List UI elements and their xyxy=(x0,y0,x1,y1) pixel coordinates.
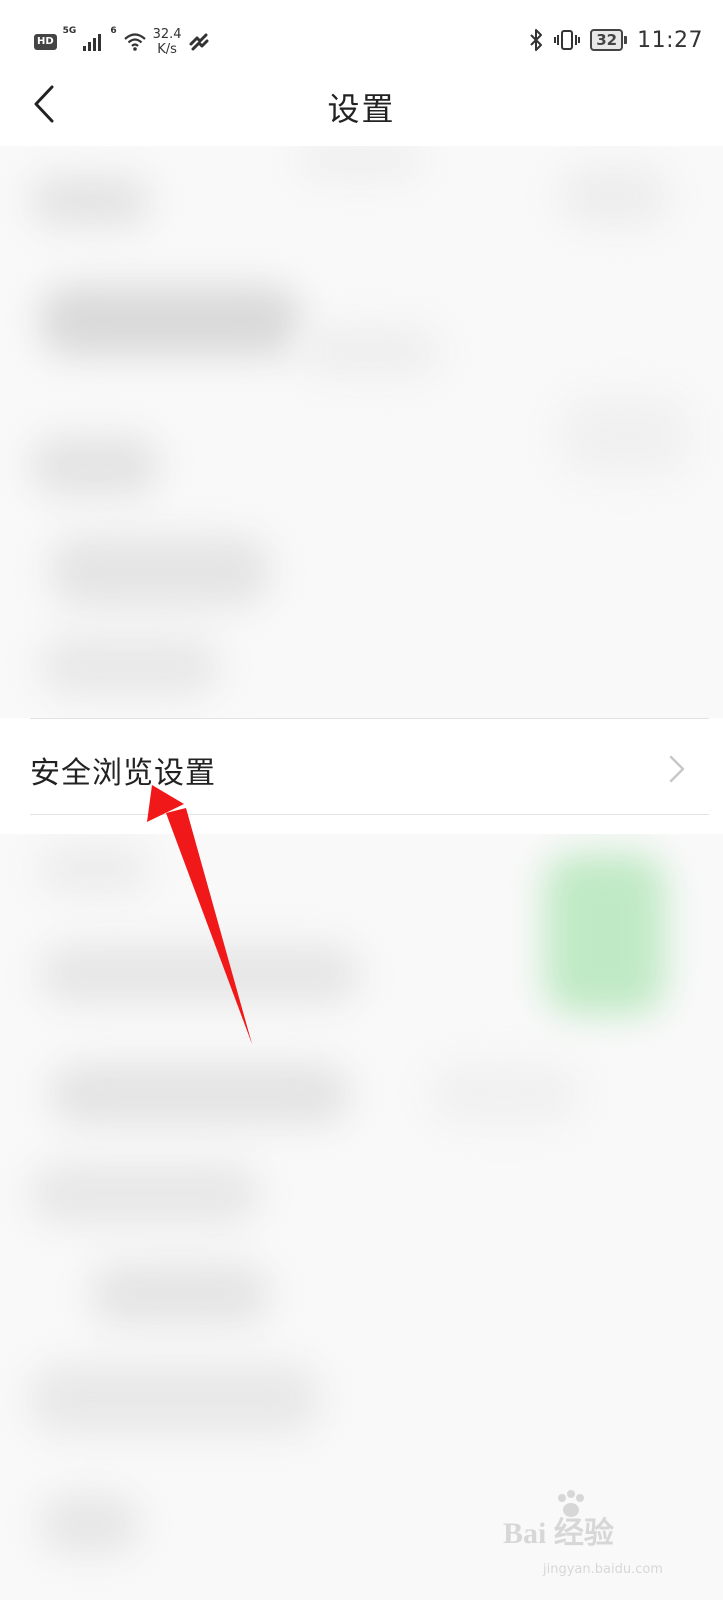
speed-value: 32.4 xyxy=(152,27,182,42)
blurred-item xyxy=(40,1494,140,1554)
blurred-settings-top xyxy=(0,146,723,718)
blurred-toggle xyxy=(545,854,665,1014)
blurred-settings-bottom xyxy=(0,834,723,1600)
battery-icon: 32 xyxy=(590,29,628,51)
blurred-item xyxy=(560,166,670,226)
wifi-6-label: 6 xyxy=(110,26,117,36)
battery-tip xyxy=(624,36,628,44)
page-title: 设置 xyxy=(327,90,396,128)
blurred-item xyxy=(30,1364,320,1434)
status-left: HD 5G 6 32.4 K/s xyxy=(34,22,210,62)
network-speed: 32.4 K/s xyxy=(153,27,182,57)
watermark: Bai 经验 jingyan.baidu.com xyxy=(493,1490,693,1582)
hd-badge: HD xyxy=(34,34,57,50)
blurred-item xyxy=(30,1164,260,1224)
blurred-item xyxy=(430,1064,580,1124)
blurred-item xyxy=(560,396,690,476)
divider xyxy=(30,814,709,815)
blurred-item xyxy=(40,636,220,696)
blurred-item xyxy=(50,536,270,606)
chevron-right-icon xyxy=(669,755,685,783)
watermark-url: jingyan.baidu.com xyxy=(543,1562,663,1577)
safe-browsing-settings-item[interactable]: 安全浏览设置 xyxy=(0,718,723,834)
signal-icon xyxy=(83,34,102,51)
clock: 11:27 xyxy=(637,27,703,53)
blurred-item xyxy=(40,944,360,1004)
network-5g-label: 5G xyxy=(62,26,77,36)
blurred-item xyxy=(90,1264,270,1324)
divider xyxy=(30,718,709,719)
wifi-icon xyxy=(123,33,146,51)
watermark-brand: Bai 经验 xyxy=(503,1517,614,1550)
blurred-item xyxy=(300,146,420,176)
vibrate-icon xyxy=(554,30,581,50)
hotspot-icon xyxy=(189,33,209,51)
battery-level: 32 xyxy=(590,29,624,51)
safe-browsing-settings-label: 安全浏览设置 xyxy=(30,756,216,791)
blurred-item xyxy=(40,844,150,894)
status-bar: HD 5G 6 32.4 K/s 32 11:27 xyxy=(0,0,723,80)
bluetooth-icon xyxy=(530,29,543,51)
status-right: 32 11:27 xyxy=(528,20,703,60)
blurred-item xyxy=(30,176,150,226)
blurred-item xyxy=(30,436,160,496)
title-bar: 设置 xyxy=(0,80,723,146)
speed-unit: K/s xyxy=(157,42,177,57)
blurred-item xyxy=(50,1064,350,1124)
blurred-item xyxy=(300,326,440,376)
blurred-item xyxy=(40,286,300,356)
